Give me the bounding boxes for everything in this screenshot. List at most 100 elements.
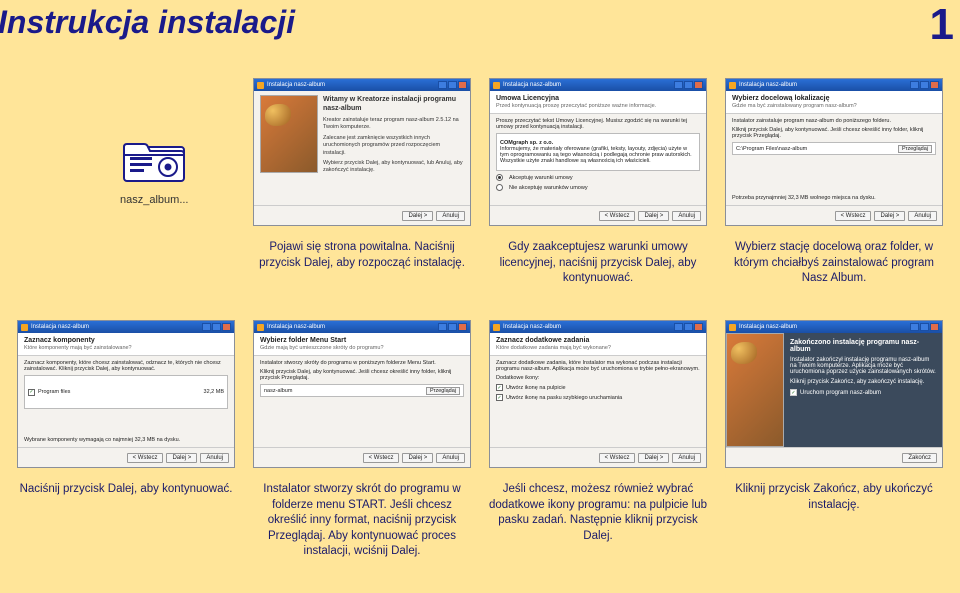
maximize-icon[interactable] <box>920 81 929 89</box>
window-title: Instalacja nasz-album <box>267 324 325 330</box>
back-button[interactable]: < Wstecz <box>835 211 872 221</box>
minimize-icon[interactable] <box>674 81 683 89</box>
license-heading: Umowa Licencyjna <box>496 95 700 102</box>
quicklaunch-checkbox[interactable]: ✓ <box>496 394 503 401</box>
cancel-button[interactable]: Anuluj <box>436 453 465 463</box>
sm-path-input[interactable]: nasz-album <box>264 388 292 394</box>
minimize-icon[interactable] <box>438 81 447 89</box>
desktop-icon-checkbox[interactable]: ✓ <box>496 384 503 391</box>
installer-components-window: Instalacja nasz-album Zaznacz komponenty… <box>17 320 235 468</box>
close-icon[interactable] <box>930 323 939 331</box>
titlebar: Instalacja nasz-album <box>254 321 470 333</box>
maximize-icon[interactable] <box>448 323 457 331</box>
next-button[interactable]: Dalej > <box>402 211 433 221</box>
tasks-heading: Zaznacz dodatkowe zadania <box>496 337 700 344</box>
close-icon[interactable] <box>458 323 467 331</box>
dest-heading: Wybierz docelową lokalizację <box>732 95 936 102</box>
minimize-icon[interactable] <box>674 323 683 331</box>
window-title: Instalacja nasz-album <box>267 82 325 88</box>
dest-path-input[interactable]: C:\Program Files\nasz-album <box>736 146 807 152</box>
launch-checkbox[interactable]: ✓ <box>790 389 797 396</box>
sm-body1: Instalator stworzy skróty do programu w … <box>260 360 464 366</box>
welcome-body3: Wybierz przycisk Dalej, aby kontynuować,… <box>323 160 464 175</box>
close-icon[interactable] <box>694 81 703 89</box>
launch-label: Uruchom program nasz-album <box>800 390 881 396</box>
installer-destination-window: Instalacja nasz-album Wybierz docelową l… <box>725 78 943 226</box>
finish-body2: Kliknij przycisk Zakończ, aby zakończyć … <box>790 379 936 385</box>
minimize-icon[interactable] <box>910 323 919 331</box>
radio-accept-label: Akceptuję warunki umowy <box>509 175 573 181</box>
cancel-button[interactable]: Anuluj <box>436 211 465 221</box>
installer-license-window: Instalacja nasz-album Umowa Licencyjna P… <box>489 78 707 226</box>
wizard-side-image <box>260 95 318 173</box>
radio-reject[interactable] <box>496 184 503 191</box>
component-size: 32,2 MB <box>204 389 224 395</box>
caption-step4: Wybierz stację docelową oraz folder, w k… <box>724 240 944 287</box>
finish-button[interactable]: Zakończ <box>902 453 937 463</box>
maximize-icon[interactable] <box>920 323 929 331</box>
sm-heading: Wybierz folder Menu Start <box>260 337 464 344</box>
titlebar: Instalacja nasz-album <box>726 321 942 333</box>
app-icon <box>257 82 264 89</box>
back-button[interactable]: < Wstecz <box>599 211 636 221</box>
maximize-icon[interactable] <box>684 323 693 331</box>
close-icon[interactable] <box>694 323 703 331</box>
sm-body2: Kliknij przycisk Dalej, aby kontynuować.… <box>260 369 464 381</box>
minimize-icon[interactable] <box>910 81 919 89</box>
tasks-group-label: Dodatkowe ikony: <box>496 375 700 381</box>
back-button[interactable]: < Wstecz <box>363 453 400 463</box>
component-checkbox[interactable]: ✓ <box>28 389 35 396</box>
comp-body: Zaznacz komponenty, które chcesz zainsta… <box>24 360 228 372</box>
next-button[interactable]: Dalej > <box>402 453 433 463</box>
welcome-body2: Zalecane jest zamknięcie wszystkich inny… <box>323 135 464 157</box>
close-icon[interactable] <box>222 323 231 331</box>
back-button[interactable]: < Wstecz <box>599 453 636 463</box>
finish-body1: Instalator zakończył instalację programu… <box>790 357 936 375</box>
cancel-button[interactable]: Anuluj <box>672 453 701 463</box>
app-icon <box>729 82 736 89</box>
titlebar: Instalacja nasz-album <box>18 321 234 333</box>
back-button[interactable]: < Wstecz <box>127 453 164 463</box>
titlebar: Instalacja nasz-album <box>490 321 706 333</box>
window-title: Instalacja nasz-album <box>31 324 89 330</box>
titlebar: Instalacja nasz-album <box>254 79 470 91</box>
installer-welcome-window: Instalacja nasz-album Witamy w Kreatorze… <box>253 78 471 226</box>
cancel-button[interactable]: Anuluj <box>672 211 701 221</box>
finish-heading: Zakończono instalację programu nasz-albu… <box>790 339 936 353</box>
caption-step3: Gdy zaakceptujesz warunki umowy licencyj… <box>488 240 708 287</box>
license-text: Informujemy, że materiały oferowane (gra… <box>500 146 692 164</box>
next-button[interactable]: Dalej > <box>638 211 669 221</box>
app-icon <box>493 82 500 89</box>
cancel-button[interactable]: Anuluj <box>908 211 937 221</box>
minimize-icon[interactable] <box>202 323 211 331</box>
component-name: Program files <box>38 389 70 395</box>
browse-button[interactable]: Przeglądaj <box>898 145 932 153</box>
window-title: Instalacja nasz-album <box>739 82 797 88</box>
close-icon[interactable] <box>930 81 939 89</box>
tasks-subheading: Które dodatkowe zadania mają być wykonan… <box>496 345 700 351</box>
license-intro: Proszę przeczytać tekst Umowy Licencyjne… <box>496 118 700 130</box>
minimize-icon[interactable] <box>438 323 447 331</box>
maximize-icon[interactable] <box>212 323 221 331</box>
radio-accept[interactable] <box>496 174 503 181</box>
dest-body1: Instalator zainstaluje program nasz-albu… <box>732 118 936 124</box>
caption-step6: Instalator stworzy skrót do programu w f… <box>252 482 472 560</box>
next-button[interactable]: Dalej > <box>638 453 669 463</box>
maximize-icon[interactable] <box>684 81 693 89</box>
caption-step7: Jeśli chcesz, możesz również wybrać doda… <box>488 482 708 544</box>
desktop-icon-label: Utwórz ikonę na pulpicie <box>506 385 566 391</box>
browse-button[interactable]: Przeglądaj <box>426 387 460 395</box>
sm-subheading: Gdzie mają być umieszczone skróty do pro… <box>260 345 464 351</box>
cancel-button[interactable]: Anuluj <box>200 453 229 463</box>
maximize-icon[interactable] <box>448 81 457 89</box>
next-button[interactable]: Dalej > <box>874 211 905 221</box>
comp-heading: Zaznacz komponenty <box>24 337 228 344</box>
titlebar: Instalacja nasz-album <box>726 79 942 91</box>
window-title: Instalacja nasz-album <box>739 324 797 330</box>
titlebar: Instalacja nasz-album <box>490 79 706 91</box>
caption-step5: Naciśnij przycisk Dalej, aby kontynuować… <box>16 482 236 498</box>
comp-disk-note: Wybrane komponenty wymagają co najmniej … <box>24 437 228 443</box>
next-button[interactable]: Dalej > <box>166 453 197 463</box>
close-icon[interactable] <box>458 81 467 89</box>
app-icon <box>493 324 500 331</box>
